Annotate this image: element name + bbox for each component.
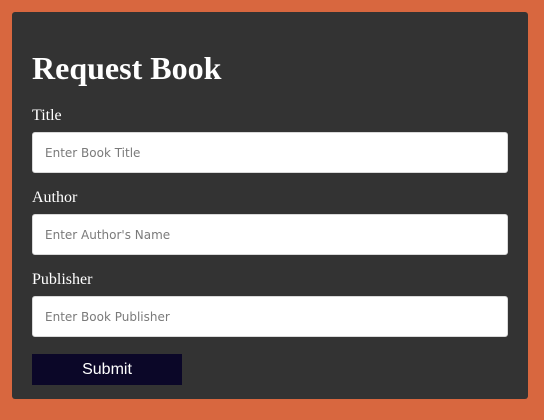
author-input[interactable] bbox=[32, 214, 508, 255]
title-input[interactable] bbox=[32, 132, 508, 173]
form-title: Request Book bbox=[32, 50, 222, 86]
publisher-label: Publisher bbox=[32, 271, 93, 288]
title-label: Title bbox=[32, 107, 62, 124]
request-book-form: Request Book Title Author Publisher Subm… bbox=[12, 12, 528, 399]
submit-button[interactable]: Submit bbox=[32, 354, 182, 385]
author-label: Author bbox=[32, 189, 78, 206]
publisher-input[interactable] bbox=[32, 296, 508, 337]
